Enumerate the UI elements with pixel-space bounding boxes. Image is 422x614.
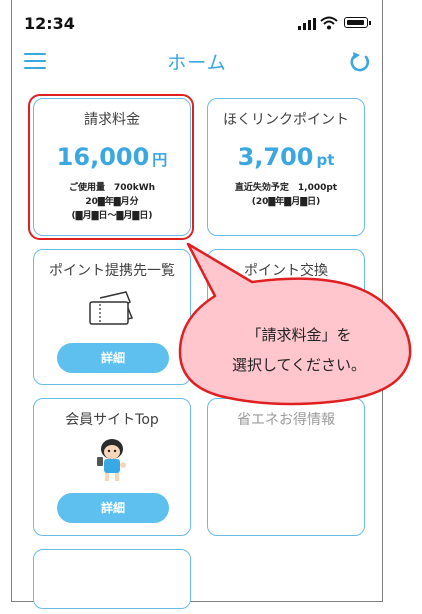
points-card-title: ほくリンクポイント	[223, 112, 349, 128]
mascot-icon	[97, 439, 126, 481]
battery-icon	[344, 17, 371, 28]
points-amount-value: 3,700	[237, 143, 314, 171]
callout-line-1: 「請求料金」を	[246, 326, 352, 344]
member-detail-button[interactable]: 詳細	[57, 493, 169, 523]
phone-screen: 12:34 ホーム 請求料金 16,000 円 ご使用量 700kWh 20▇年▇…	[11, 0, 383, 609]
member-card[interactable]: 会員サイトTop 詳細	[33, 398, 191, 536]
app-bar: ホーム	[12, 44, 382, 80]
member-card-title: 会員サイトTop	[65, 412, 159, 428]
points-expiry-date: (20▇年▇月▇日)	[251, 197, 321, 207]
signal-icon	[298, 18, 316, 30]
points-details: 直近失効予定 1,000pt (20▇年▇月▇日)	[208, 181, 364, 209]
partners-detail-button[interactable]: 詳細	[57, 343, 169, 373]
partners-card-title: ポイント提携先一覧	[49, 263, 175, 279]
points-amount-unit: pt	[316, 151, 335, 169]
callout-line-2: 選択してください。	[231, 356, 367, 374]
callout-text: 「請求料金」を 選択してください。	[184, 320, 414, 380]
bill-card-highlight	[28, 94, 194, 240]
points-amount: 3,700 pt	[208, 143, 364, 171]
energy-card[interactable]: 省エネお得情報	[207, 398, 365, 536]
ticket-icon	[89, 291, 134, 325]
page-title: ホーム	[167, 52, 227, 74]
wifi-icon	[320, 16, 338, 30]
partners-card[interactable]: ポイント提携先一覧 詳細	[33, 249, 191, 385]
status-time: 12:34	[24, 14, 75, 33]
exchange-card-title: ポイント交換	[244, 263, 328, 279]
status-bar: 12:34	[12, 0, 382, 44]
points-card[interactable]: ほくリンクポイント 3,700 pt 直近失効予定 1,000pt (20▇年▇月…	[207, 98, 365, 236]
points-expiry: 直近失効予定 1,000pt	[234, 183, 338, 193]
reload-icon[interactable]	[348, 50, 372, 74]
extra-card[interactable]	[33, 549, 191, 609]
energy-card-title: 省エネお得情報	[237, 412, 335, 428]
